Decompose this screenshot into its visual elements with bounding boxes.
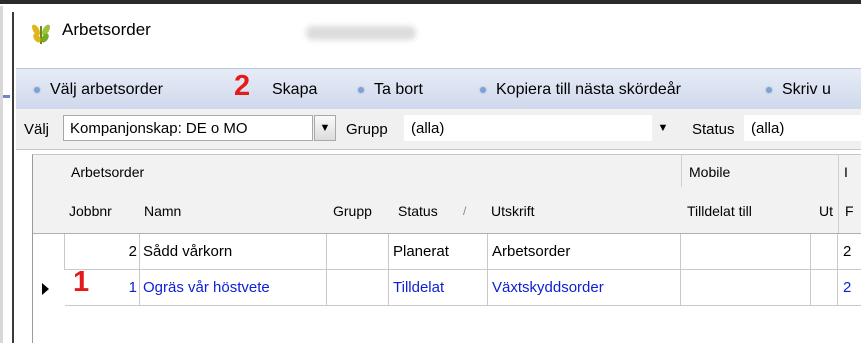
- column-headers: Jobbnr Namn Grupp Status / Utskrift Till…: [33, 187, 861, 234]
- sort-indicator-icon: /: [463, 204, 467, 218]
- arbetsorder-grid: Arbetsorder Mobile I Jobbnr Namn Grupp S…: [32, 154, 861, 343]
- cell-utskrift[interactable]: Växtskyddsorder: [488, 270, 681, 306]
- table-row-selected[interactable]: 1 Ogräs vår höstvete Tilldelat Växtskydd…: [33, 270, 861, 306]
- cell-status[interactable]: Tilldelat: [389, 270, 488, 306]
- col-grupp[interactable]: Grupp: [333, 203, 372, 219]
- col-namn[interactable]: Namn: [144, 203, 181, 219]
- cell-right[interactable]: 2: [838, 270, 861, 306]
- row-indicator: [33, 270, 61, 306]
- valj-combobox[interactable]: Kompanjonskap: DE o MO: [63, 115, 313, 141]
- bullet-icon: [480, 86, 486, 93]
- background-window-border: [12, 12, 14, 343]
- window-title: Arbetsorder: [62, 20, 151, 39]
- status-combobox[interactable]: (alla): [744, 115, 861, 141]
- annotation-number-2: 2: [234, 70, 251, 102]
- band-right: I: [844, 164, 848, 180]
- cell-grupp[interactable]: [327, 234, 389, 270]
- skapa-button[interactable]: Skapa: [272, 81, 317, 99]
- arbetsorder-window: Arbetsorder Välj arbetsorder 2 Skapa Ta …: [16, 8, 861, 343]
- cell-jobbnr[interactable]: 2: [65, 234, 140, 270]
- bullet-icon: [34, 86, 40, 93]
- skriv-ut-button[interactable]: Skriv u: [766, 81, 831, 99]
- cell-namn[interactable]: Ogräs vår höstvete: [140, 270, 327, 306]
- col-jobbnr[interactable]: Jobbnr: [69, 203, 112, 219]
- chevron-down-icon[interactable]: ▼: [652, 115, 674, 141]
- chevron-down-icon[interactable]: ▼: [314, 115, 336, 141]
- col-right[interactable]: F: [845, 203, 854, 219]
- band-mobile: Mobile: [689, 164, 731, 180]
- cell-utskrift[interactable]: Arbetsorder: [488, 234, 681, 270]
- status-label: Status: [692, 121, 735, 138]
- filter-bar: Välj Kompanjonskap: DE o MO ▼ Grupp (all…: [16, 109, 861, 150]
- blurred-text: [306, 26, 416, 40]
- ta-bort-button[interactable]: Ta bort: [358, 81, 423, 99]
- col-tilldelat[interactable]: Tilldelat till: [687, 203, 752, 219]
- triangle-right-icon: [42, 283, 49, 295]
- annotation-number-1: 1: [73, 266, 90, 298]
- table-row[interactable]: 2 Sådd vårkorn Planerat Arbetsorder 2: [33, 234, 861, 270]
- bullet-icon: [766, 86, 772, 93]
- valj-label: Välj: [24, 121, 50, 138]
- valj-arbetsorder-button[interactable]: Välj arbetsorder: [34, 81, 163, 99]
- cell-namn[interactable]: Sådd vårkorn: [140, 234, 327, 270]
- col-utskrift[interactable]: Utskrift: [491, 203, 535, 219]
- grupp-combobox[interactable]: (alla): [404, 115, 652, 141]
- background-blue-mark: [3, 95, 10, 98]
- band-arbetsorder: Arbetsorder: [71, 164, 145, 180]
- cell-tilldelat[interactable]: [681, 234, 811, 270]
- toolbar: Välj arbetsorder 2 Skapa Ta bort Kopiera…: [16, 68, 861, 110]
- cell-status[interactable]: Planerat: [389, 234, 488, 270]
- band-header: Arbetsorder Mobile I: [33, 155, 861, 188]
- col-ut[interactable]: Ut: [819, 203, 833, 219]
- title-bar: Arbetsorder: [16, 8, 861, 58]
- background-window-edge: [0, 6, 3, 343]
- col-status[interactable]: Status: [398, 203, 438, 219]
- cell-tilldelat[interactable]: [681, 270, 811, 306]
- cell-ut[interactable]: [811, 270, 838, 306]
- cell-grupp[interactable]: [327, 270, 389, 306]
- grupp-label: Grupp: [346, 121, 388, 138]
- cell-right[interactable]: 2: [838, 234, 861, 270]
- bullet-icon: [358, 86, 364, 93]
- top-border: [0, 0, 861, 4]
- kopiera-button[interactable]: Kopiera till nästa skördeår: [480, 81, 681, 99]
- wheat-icon: [32, 24, 50, 44]
- cell-ut[interactable]: [811, 234, 838, 270]
